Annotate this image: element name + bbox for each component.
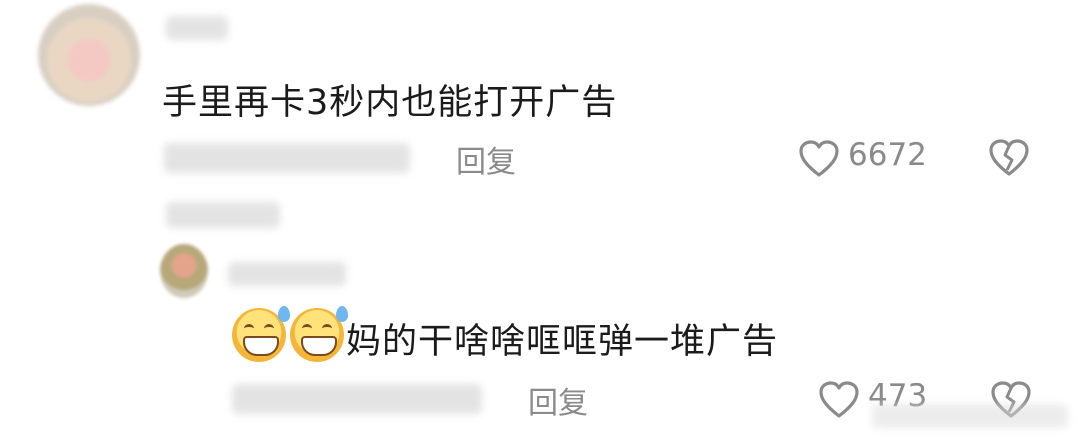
commenter-username-blurred[interactable] [166, 16, 228, 40]
heart-outline-icon [819, 381, 859, 418]
comment-meta-blurred [164, 143, 410, 173]
reply-meta-blurred [232, 384, 482, 414]
dislike-button[interactable] [988, 138, 1030, 182]
comment-text: 手里再卡3秒内也能打开广告 [162, 83, 618, 123]
like-button[interactable] [798, 139, 840, 183]
commenter-avatar[interactable] [38, 4, 140, 106]
replier-username-blurred[interactable] [228, 262, 346, 286]
sweat-grin-emoji-2 [290, 306, 348, 362]
heart-outline-icon [799, 140, 839, 177]
reply-reply-button[interactable]: 回复 [528, 378, 588, 422]
reply-like-button[interactable] [818, 380, 860, 424]
reply-thread-header-blurred[interactable] [166, 202, 280, 228]
watermark-blurred [872, 404, 1068, 428]
reply-text: 妈的干啥啥哐哐弹一堆广告 [346, 322, 779, 362]
broken-heart-icon [989, 139, 1029, 176]
replier-avatar[interactable] [160, 244, 208, 298]
like-count: 6672 [848, 137, 927, 173]
reply-button[interactable]: 回复 [456, 137, 516, 181]
sweat-grin-emoji-1 [232, 306, 290, 362]
